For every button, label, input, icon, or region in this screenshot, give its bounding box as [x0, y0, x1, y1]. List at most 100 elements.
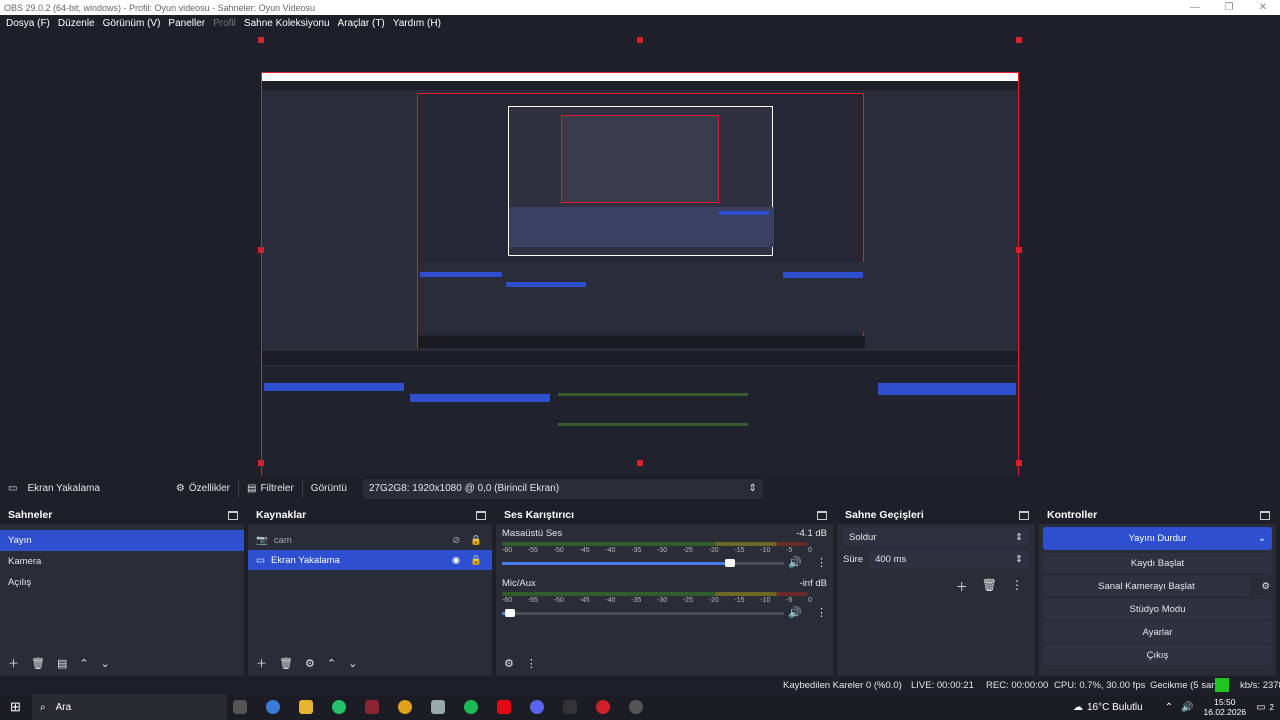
- spotify-icon[interactable]: [464, 700, 478, 714]
- gear-icon[interactable]: ⚙: [305, 657, 315, 670]
- menu-edit[interactable]: Düzenle: [54, 18, 99, 29]
- lock-icon[interactable]: 🔒: [470, 535, 482, 546]
- chevron-up-icon[interactable]: ⌃: [1165, 702, 1173, 713]
- task-view-icon[interactable]: [233, 700, 247, 714]
- undock-icon[interactable]: [1260, 510, 1270, 520]
- more-icon[interactable]: ⋮: [816, 556, 827, 569]
- filters-label: Filtreler: [260, 483, 294, 494]
- menu-tools[interactable]: Araçlar (T): [334, 18, 389, 29]
- meter-tick: -60: [502, 547, 513, 554]
- epic-games-icon[interactable]: [563, 700, 577, 714]
- discord-icon[interactable]: [530, 700, 544, 714]
- filter-icon[interactable]: ▤: [57, 657, 67, 670]
- volume-slider[interactable]: [502, 559, 784, 567]
- scene-item[interactable]: Açılış: [0, 572, 244, 593]
- menu-docks[interactable]: Paneller: [164, 18, 209, 29]
- settings-button[interactable]: Ayarlar: [1043, 622, 1272, 642]
- minimize-button[interactable]: —: [1178, 0, 1212, 15]
- filters-button[interactable]: ▤ Filtreler: [239, 478, 302, 500]
- speaker-icon[interactable]: 🔊: [788, 606, 802, 619]
- studio-mode-button[interactable]: Stüdyo Modu: [1043, 599, 1272, 619]
- window-titlebar: OBS 29.0.2 (64-bit, windows) - Profil: O…: [0, 0, 1280, 15]
- volume-slider-knob[interactable]: [505, 609, 516, 617]
- close-button[interactable]: ✕: [1246, 0, 1280, 15]
- transition-select[interactable]: Soldur ⇕: [843, 528, 1029, 546]
- menu-scene-collection[interactable]: Sahne Koleksiyonu: [240, 18, 334, 29]
- trash-icon[interactable]: 🗑: [279, 657, 293, 670]
- chevron-up-icon[interactable]: ⌃: [79, 657, 88, 670]
- obs-icon[interactable]: [365, 700, 379, 714]
- trash-icon[interactable]: 🗑: [982, 578, 997, 595]
- trash-icon[interactable]: 🗑: [31, 657, 45, 670]
- speaker-icon[interactable]: 🔊: [1181, 702, 1193, 713]
- undock-icon[interactable]: [817, 510, 827, 520]
- updown-icon: ⇕: [1015, 531, 1023, 543]
- resize-handle[interactable]: [258, 37, 264, 43]
- windows-start-icon[interactable]: ⊞: [10, 699, 21, 715]
- more-icon[interactable]: ⋮: [816, 606, 827, 619]
- volume-slider[interactable]: [502, 609, 784, 617]
- chevron-down-icon[interactable]: ⌄: [348, 657, 357, 670]
- gear-icon[interactable]: ⚙: [1261, 581, 1270, 592]
- file-explorer-icon[interactable]: [299, 700, 313, 714]
- scene-item[interactable]: Yayın: [0, 530, 244, 551]
- menu-view[interactable]: Görünüm (V): [99, 18, 165, 29]
- display-select[interactable]: 27G2G8: 1920x1080 @ 0,0 (Birincil Ekran)…: [362, 478, 763, 499]
- eye-icon[interactable]: ◉: [452, 555, 460, 566]
- taskbar-search[interactable]: ⌕ Ara: [32, 694, 227, 720]
- source-item[interactable]: 📷 cam ⊘ 🔒: [248, 530, 492, 550]
- stream-health-indicator: [1215, 678, 1229, 692]
- eye-hidden-icon[interactable]: ⊘: [452, 535, 460, 546]
- resize-handle[interactable]: [637, 460, 643, 466]
- chevron-up-icon[interactable]: ⌃: [327, 657, 336, 670]
- nested-big-stream-button: [878, 383, 1016, 395]
- chevron-down-icon[interactable]: ⌄: [1258, 533, 1266, 544]
- stop-streaming-button[interactable]: Yayını Durdur ⌄: [1043, 527, 1272, 550]
- menu-help[interactable]: Yardım (H): [389, 18, 445, 29]
- weather-label[interactable]: 16°C Bulutlu: [1087, 702, 1143, 713]
- more-icon[interactable]: ⋮: [526, 657, 537, 670]
- chrome-icon[interactable]: [398, 700, 412, 714]
- chevron-down-icon[interactable]: ⌄: [101, 657, 110, 670]
- steam-icon[interactable]: [431, 700, 445, 714]
- speaker-icon[interactable]: 🔊: [788, 556, 802, 569]
- meter-tick: -5: [786, 597, 793, 604]
- clock[interactable]: 15:50 16.02.2026: [1204, 697, 1247, 717]
- copilot-icon[interactable]: [266, 700, 280, 714]
- app-icon[interactable]: [596, 700, 610, 714]
- notification-icon[interactable]: ▭: [1256, 702, 1265, 713]
- scene-item[interactable]: Kamera: [0, 551, 244, 572]
- resize-handle[interactable]: [258, 460, 264, 466]
- channel-level: -inf dB: [799, 578, 827, 589]
- obs-studio-icon[interactable]: [629, 700, 643, 714]
- resize-handle[interactable]: [1016, 247, 1022, 253]
- resize-handle[interactable]: [637, 37, 643, 43]
- exit-button[interactable]: Çıkış: [1043, 645, 1272, 665]
- undock-icon[interactable]: [1019, 510, 1029, 520]
- source-item[interactable]: ▭ Ekran Yakalama ◉ 🔒: [248, 550, 492, 570]
- maximize-button[interactable]: ❐: [1212, 0, 1246, 15]
- properties-button[interactable]: ⚙ Özellikler: [168, 478, 238, 500]
- start-recording-button[interactable]: Kaydı Başlat: [1043, 553, 1272, 573]
- undock-icon[interactable]: [476, 510, 486, 520]
- scenes-footer: ＋ 🗑 ▤ ⌃ ⌄: [0, 654, 110, 672]
- undock-icon[interactable]: [228, 510, 238, 520]
- resize-handle[interactable]: [258, 247, 264, 253]
- virtual-camera-button[interactable]: Sanal Kamerayı Başlat ⚙: [1043, 576, 1270, 596]
- more-icon[interactable]: ⋮: [1011, 578, 1023, 595]
- menu-file[interactable]: Dosya (F): [2, 18, 54, 29]
- nested-big-source-selected: [410, 394, 550, 402]
- duration-field[interactable]: 400 ms ⇕: [869, 550, 1029, 568]
- lock-icon[interactable]: 🔒: [470, 555, 482, 566]
- add-icon[interactable]: ＋: [256, 655, 267, 671]
- whatsapp-icon[interactable]: [332, 700, 346, 714]
- preview-canvas[interactable]: [261, 72, 1019, 495]
- add-icon[interactable]: ＋: [8, 655, 19, 671]
- volume-slider-knob[interactable]: [725, 559, 736, 567]
- menu-profile[interactable]: Profil: [209, 18, 240, 29]
- add-icon[interactable]: ＋: [956, 578, 968, 595]
- advanced-audio-icon[interactable]: ⚙: [504, 657, 514, 670]
- resize-handle[interactable]: [1016, 460, 1022, 466]
- netflix-icon[interactable]: [497, 700, 511, 714]
- resize-handle[interactable]: [1016, 37, 1022, 43]
